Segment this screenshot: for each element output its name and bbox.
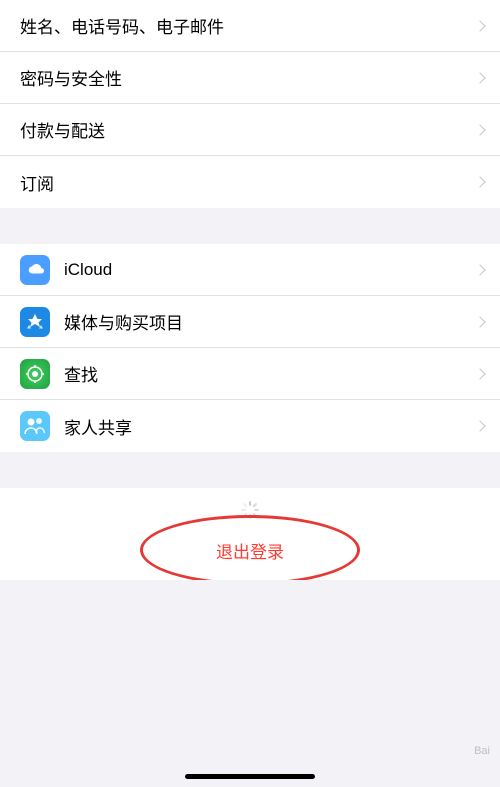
row-find-my[interactable]: 查找 [0, 348, 500, 400]
row-icloud[interactable]: iCloud [0, 244, 500, 296]
row-label: 家人共享 [64, 414, 476, 439]
chevron-right-icon [474, 420, 485, 431]
row-family-sharing[interactable]: 家人共享 [0, 400, 500, 452]
group-separator-2 [0, 452, 500, 488]
row-label: 订阅 [20, 170, 476, 195]
loading-spinner [0, 488, 500, 520]
row-subscriptions[interactable]: 订阅 [0, 156, 500, 208]
row-label: 媒体与购买项目 [64, 309, 476, 334]
watermark: Bai [474, 745, 490, 757]
row-label: 姓名、电话号码、电子邮件 [20, 13, 476, 38]
findmy-icon [20, 359, 50, 389]
chevron-right-icon [474, 368, 485, 379]
row-label: iCloud [64, 260, 476, 280]
chevron-right-icon [474, 176, 485, 187]
row-media-purchases[interactable]: 媒体与购买项目 [0, 296, 500, 348]
chevron-right-icon [474, 20, 485, 31]
row-password-security[interactable]: 密码与安全性 [0, 52, 500, 104]
sign-out-button[interactable]: 退出登录 [0, 524, 500, 576]
row-name-phone-email[interactable]: 姓名、电话号码、电子邮件 [0, 0, 500, 52]
sign-out-label: 退出登录 [216, 538, 284, 563]
row-label: 查找 [64, 361, 476, 386]
settings-group-2: iCloud 媒体与购买项目 查找 [0, 244, 500, 452]
chevron-right-icon [474, 316, 485, 327]
group-separator-1 [0, 208, 500, 244]
row-label: 付款与配送 [20, 117, 476, 142]
row-label: 密码与安全性 [20, 65, 476, 90]
sign-out-section: 退出登录 [0, 488, 500, 580]
icloud-icon [20, 255, 50, 285]
row-payment-delivery[interactable]: 付款与配送 [0, 104, 500, 156]
bottom-area: Bai [0, 580, 500, 787]
chevron-right-icon [474, 124, 485, 135]
appstore-icon [20, 307, 50, 337]
chevron-right-icon [474, 264, 485, 275]
chevron-right-icon [474, 72, 485, 83]
family-icon [20, 411, 50, 441]
settings-group-1: 姓名、电话号码、电子邮件 密码与安全性 付款与配送 订阅 [0, 0, 500, 208]
